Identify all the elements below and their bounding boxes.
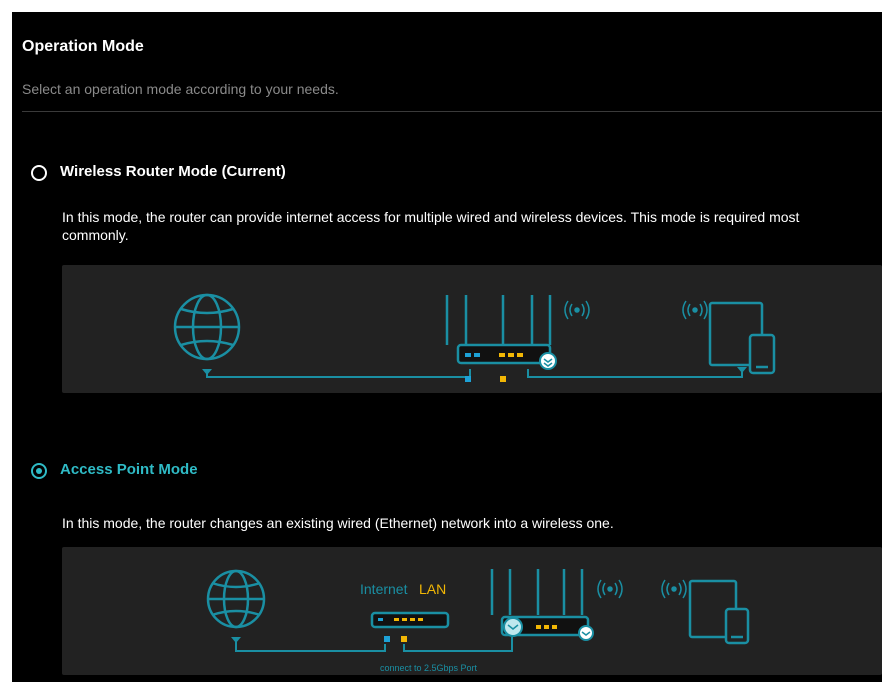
wireless-router-diagram <box>62 265 882 393</box>
access-point-mode-description: In this mode, the router changes an exis… <box>62 515 614 531</box>
page-subtitle: Select an operation mode according to yo… <box>22 81 339 97</box>
wireless-router-mode-label[interactable]: Wireless Router Mode (Current) <box>60 163 286 180</box>
internet-label: Internet <box>360 581 408 597</box>
router-icon <box>456 343 557 370</box>
arrow-icon <box>231 637 241 643</box>
operation-mode-panel: Operation Mode Select an operation mode … <box>12 12 882 682</box>
wifi-signal-icon <box>661 579 687 599</box>
port-indicator-yellow <box>401 636 407 642</box>
port-indicator-blue <box>384 636 390 642</box>
router-antennas <box>445 295 552 345</box>
wifi-signal-icon <box>564 300 590 320</box>
cable-lines <box>206 369 743 378</box>
router-antennas <box>490 569 584 615</box>
access-point-mode-radio[interactable] <box>31 463 47 479</box>
port-indicator-blue <box>465 376 471 382</box>
access-point-mode-label[interactable]: Access Point Mode <box>60 461 198 478</box>
devices-icon <box>708 301 776 375</box>
page-title: Operation Mode <box>22 38 144 55</box>
wireless-router-mode-description: In this mode, the router can provide int… <box>62 209 800 243</box>
wifi-signal-icon <box>682 300 708 320</box>
wifi-signal-icon <box>597 579 623 599</box>
access-point-diagram: Internet LAN connect to 2.5Gbps Port <box>62 547 882 675</box>
arrow-icon <box>202 369 212 375</box>
globe-icon <box>206 569 266 629</box>
divider <box>22 111 882 112</box>
cable-lines <box>235 637 513 652</box>
globe-icon <box>173 293 241 361</box>
modem-icon <box>370 611 450 629</box>
port-note: connect to 2.5Gbps Port <box>380 663 478 673</box>
lan-label: LAN <box>419 581 446 597</box>
wireless-router-mode-radio[interactable] <box>31 165 47 181</box>
arrow-icon <box>737 367 747 373</box>
port-indicator-yellow <box>500 376 506 382</box>
devices-icon <box>688 579 750 645</box>
router-icon <box>500 615 594 641</box>
